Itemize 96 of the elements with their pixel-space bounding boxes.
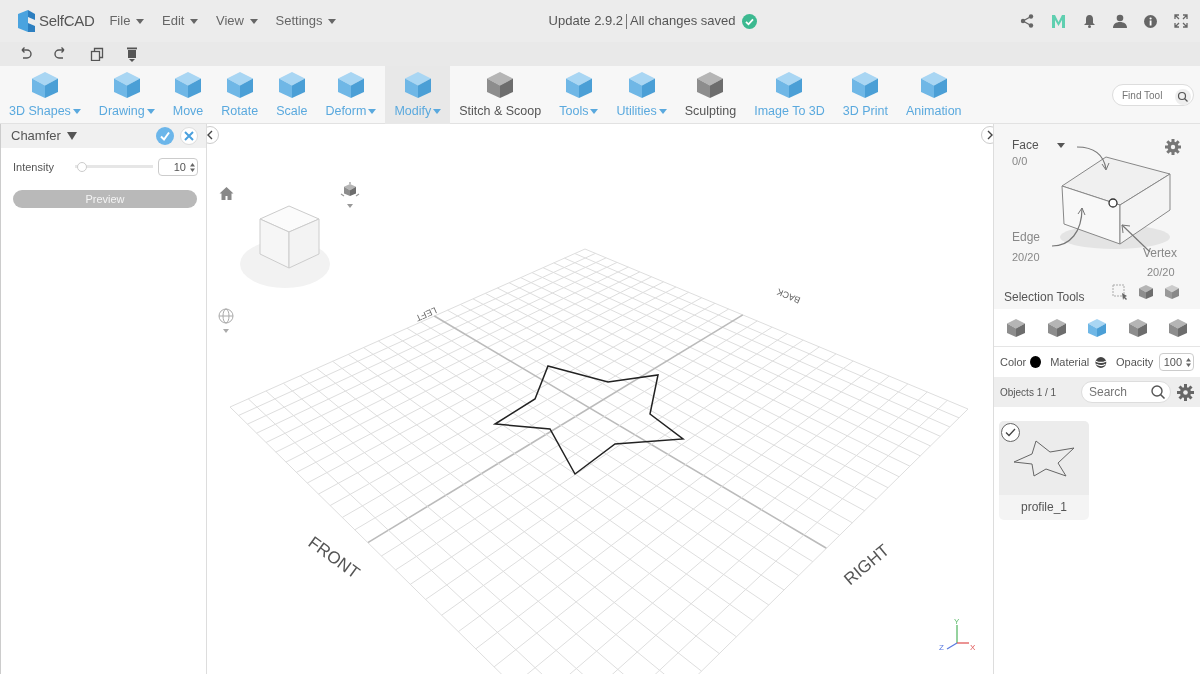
- toolbar-tool[interactable]: Tools: [550, 66, 608, 124]
- toolbar-tool[interactable]: Sculpting: [675, 66, 746, 124]
- toolbar-tool[interactable]: Animation: [896, 66, 971, 124]
- toolbar-tool[interactable]: Drawing: [89, 66, 164, 124]
- color-swatch[interactable]: [1030, 356, 1042, 368]
- cube-icon: [403, 71, 432, 100]
- menu-item[interactable]: Edit: [153, 11, 207, 31]
- param-label: Intensity: [13, 159, 55, 175]
- gizmo-icon[interactable]: [340, 181, 360, 209]
- chevron-left-icon: [207, 130, 214, 140]
- vertex-count: 20/20: [1147, 265, 1175, 280]
- menu-item[interactable]: View: [207, 11, 267, 31]
- save-status: All changes saved: [630, 12, 736, 31]
- axis-label: Y: [954, 617, 960, 626]
- search-icon: [1150, 384, 1166, 401]
- toolbar-tool[interactable]: Rotate: [212, 66, 268, 124]
- caret-icon[interactable]: [1056, 142, 1065, 148]
- cube-icon[interactable]: [1138, 284, 1154, 300]
- cube-icon: [486, 71, 515, 100]
- cube-icon[interactable]: [1006, 317, 1026, 338]
- stepper-icon: [1186, 357, 1191, 367]
- cube-icon: [775, 71, 804, 100]
- chevron-right-icon: [986, 130, 993, 140]
- close-button[interactable]: [180, 127, 198, 145]
- object-card[interactable]: profile_1: [999, 421, 1089, 520]
- cube-icon[interactable]: [1046, 317, 1067, 338]
- cube-icon[interactable]: [1168, 317, 1188, 338]
- opacity-field[interactable]: 100: [1159, 353, 1194, 371]
- settings-icon[interactable]: [1177, 383, 1194, 401]
- search-icon: [1175, 88, 1191, 105]
- check-icon: [159, 130, 171, 142]
- material-sphere-icon[interactable]: [1095, 355, 1107, 369]
- edge-label: Edge: [1012, 229, 1041, 246]
- cube-icon: [851, 71, 880, 100]
- panel-title: Chamfer: [11, 127, 61, 146]
- box-select-icon[interactable]: [1112, 284, 1128, 300]
- color-label: Color: [1000, 354, 1027, 370]
- close-icon: [184, 131, 194, 141]
- check-icon: [1005, 428, 1016, 437]
- cube-icon: [277, 71, 306, 100]
- star-outline-icon: [1012, 438, 1076, 478]
- edge-count: 20/20: [1012, 250, 1040, 265]
- menu-item[interactable]: File: [100, 11, 153, 31]
- star-profile[interactable]: [492, 365, 686, 476]
- toolbar-tool[interactable]: Move: [163, 66, 213, 124]
- cube-icon: [627, 71, 656, 100]
- opacity-label: Opacity: [1116, 354, 1154, 370]
- share-icon[interactable]: [1020, 14, 1034, 28]
- toolbar-tool[interactable]: Stitch & Scoop: [450, 66, 551, 124]
- cube-icon: [564, 71, 593, 100]
- settings-icon[interactable]: [1165, 138, 1181, 155]
- toolbar-tool[interactable]: 3D Shapes: [0, 66, 90, 124]
- cube-icon[interactable]: [1164, 284, 1180, 300]
- toolbar-tool[interactable]: Modify: [385, 66, 451, 124]
- cube-icon: [696, 71, 725, 100]
- material-label: Material: [1050, 354, 1090, 370]
- user-icon[interactable]: [1113, 14, 1127, 28]
- info-icon[interactable]: [1144, 14, 1157, 28]
- cube-icon: [112, 71, 141, 100]
- toolbar-tool[interactable]: Scale: [267, 66, 317, 124]
- selection-tools-label: Selection Tools: [1004, 289, 1085, 306]
- number-field[interactable]: 10: [158, 158, 198, 176]
- slider-thumb[interactable]: [77, 162, 88, 172]
- cube-icon: [225, 71, 254, 100]
- toolbar-tool[interactable]: 3D Print: [833, 66, 897, 124]
- vertex-label: Vertex: [1143, 245, 1178, 262]
- stepper-icon: [190, 162, 195, 172]
- axis-label: X: [970, 643, 976, 652]
- objects-count: Objects 1 / 1: [1000, 385, 1057, 400]
- cube-icon: [919, 71, 948, 100]
- direction-label: LEFT: [414, 305, 439, 324]
- home-icon[interactable]: [219, 186, 234, 202]
- axis-lines-drawing: [946, 624, 970, 650]
- cube-icon[interactable]: [1127, 317, 1148, 338]
- copy-icon[interactable]: [90, 47, 104, 61]
- trash-icon[interactable]: [126, 46, 138, 62]
- version-text: Update 2.9.2: [548, 12, 624, 31]
- toolbar-tool[interactable]: Utilities: [607, 66, 676, 124]
- cube-icon[interactable]: [1087, 317, 1107, 338]
- cube-icon: [174, 71, 202, 100]
- cube-icon: [336, 71, 365, 100]
- object-search-field[interactable]: Search: [1081, 381, 1171, 403]
- selection-mode[interactable]: Face: [1012, 136, 1039, 154]
- menu-item[interactable]: Settings: [266, 11, 346, 31]
- caret-icon[interactable]: [66, 132, 77, 140]
- axis-label: Z: [939, 643, 944, 652]
- object-name: profile_1: [1020, 499, 1068, 516]
- toolbar-tool[interactable]: Deform: [316, 66, 386, 124]
- fullscreen-icon[interactable]: [1174, 14, 1188, 28]
- face-count: 0/0: [1012, 154, 1028, 169]
- bell-icon[interactable]: [1083, 14, 1096, 28]
- toolbar-tool[interactable]: Image To 3D: [745, 66, 834, 124]
- app-logo[interactable]: SelfCAD: [39, 9, 95, 33]
- logo-icon: [16, 10, 36, 32]
- preview-button[interactable]: Preview: [13, 190, 197, 209]
- cube-icon: [30, 71, 59, 100]
